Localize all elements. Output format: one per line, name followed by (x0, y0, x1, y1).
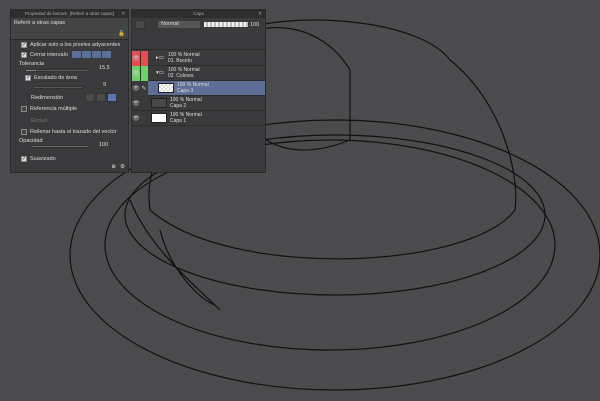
fill-vector-checkbox[interactable]: Rellenar hasta el trazado del vector (21, 129, 128, 135)
layer-opacity-slider[interactable] (204, 22, 248, 27)
tolerance-value[interactable]: 15.5 (99, 65, 128, 71)
blend-mode-select[interactable]: Normal (158, 21, 200, 28)
layer-toolbar (132, 30, 265, 50)
layer-thumbnail (151, 98, 167, 108)
area-scaling-checkbox[interactable]: ✓ Escalado de área (25, 75, 128, 81)
area-scaling-value[interactable]: 9 (103, 82, 128, 88)
opacity-value[interactable]: 100 (99, 142, 128, 148)
folder-open-icon: ▾▭ (156, 70, 164, 76)
layer-opacity-value[interactable]: 100 (250, 22, 259, 28)
layer-row-capa-1[interactable]: 👁 100 % Normal Capa 1 (132, 111, 265, 126)
gap-size-1[interactable] (72, 51, 81, 58)
apply-adjacent-checkbox[interactable]: ✓ Aplicar solo a los píxeles adyacentes (21, 42, 128, 48)
close-icon[interactable]: ✕ (121, 10, 125, 18)
tool-panel-titlebar[interactable]: Propiedad de herram. [Referir a otras ca… (11, 10, 128, 18)
layer-row-capa-2[interactable]: 👁 100 % Normal Capa 2 (132, 96, 265, 111)
eye-icon[interactable]: 👁 (132, 50, 140, 66)
layer-row-colores[interactable]: 👁 ▾▭ 100 % Normal 02. Colores (132, 65, 265, 81)
resize-mode-3[interactable] (107, 93, 117, 102)
multi-reference-checkbox[interactable]: Referencia múltiple (21, 106, 128, 112)
layer-row-capa-3[interactable]: 👁 ✎ 100 % Normal Capa 3 (132, 80, 265, 96)
resize-mode-1[interactable] (85, 93, 95, 102)
eye-icon[interactable]: 👁 (132, 96, 140, 111)
exclude-label: Excluir (31, 118, 48, 124)
antialias-checkbox[interactable]: ✓ Suavizado (21, 156, 128, 162)
settings-icon[interactable]: ⚙ (120, 164, 125, 170)
resize-mode-2[interactable] (96, 93, 106, 102)
layer-row-boceto[interactable]: 👁 ▸▭ 100 % Normal 01. Boceto (132, 50, 265, 66)
layer-panel-titlebar[interactable]: Capa ✕ (132, 10, 265, 18)
area-scaling-slider[interactable] (33, 86, 83, 89)
lock-toggle[interactable] (140, 50, 148, 66)
gap-size-4[interactable] (102, 51, 111, 58)
gap-size-2[interactable] (82, 51, 91, 58)
tool-property-panel: Propiedad de herram. [Referir a otras ca… (10, 9, 129, 173)
tool-name-header: Referir a otras capas 🔓 (11, 18, 128, 40)
gap-size-3[interactable] (92, 51, 101, 58)
layer-thumbnail (158, 83, 174, 93)
layer-panel: Capa ✕ Normal 100 👁 ▸▭ 100 % Normal 01. Bo… (131, 9, 266, 173)
tolerance-slider[interactable] (25, 69, 91, 72)
opacity-slider[interactable] (31, 145, 89, 148)
lock-toggle[interactable] (140, 65, 148, 81)
pen-icon: ✎ (140, 80, 148, 96)
reset-icon[interactable]: ⊕ (111, 164, 116, 170)
close-icon[interactable]: ✕ (258, 10, 262, 18)
layer-thumbnail (151, 113, 167, 123)
resize-label: Redimensión (31, 94, 64, 101)
eye-icon[interactable]: 👁 (132, 80, 140, 96)
eye-icon[interactable]: 👁 (132, 65, 140, 81)
layer-property-button[interactable] (135, 20, 145, 29)
close-gap-checkbox[interactable]: ✓ Cerrar intervalo (21, 51, 128, 58)
folder-icon: ▸▭ (156, 55, 164, 61)
lock-icon[interactable]: 🔓 (118, 31, 125, 37)
eye-icon[interactable]: 👁 (132, 111, 140, 126)
